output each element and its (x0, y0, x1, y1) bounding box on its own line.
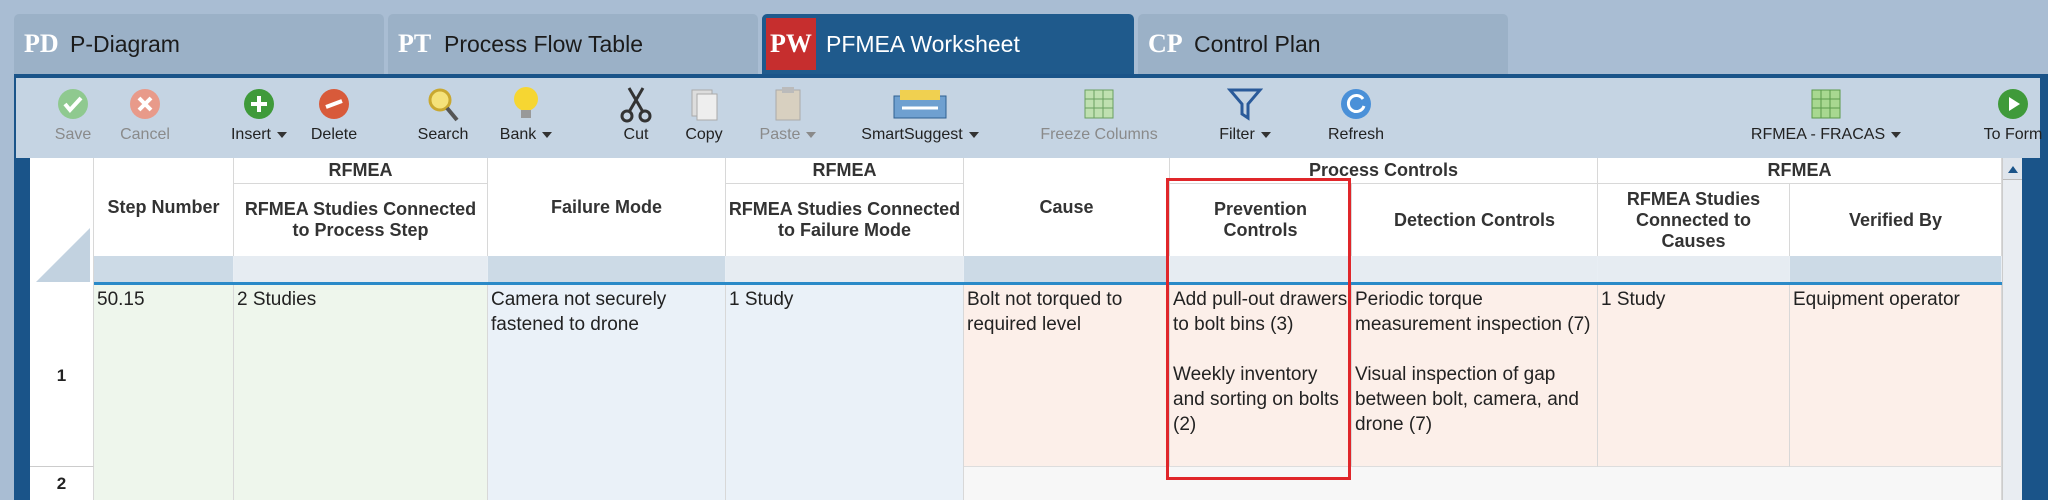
tab-process-flow-table[interactable]: PT Process Flow Table (388, 14, 758, 74)
row-number[interactable]: 1 (30, 285, 94, 467)
filter-cell[interactable] (1352, 256, 1598, 282)
tab-abbr: CP (1148, 29, 1183, 58)
clipboard-icon (773, 82, 803, 126)
tab-abbr: PT (398, 29, 432, 58)
tab-pfmea-worksheet[interactable]: PW PFMEA Worksheet (762, 14, 1134, 74)
filter-cell[interactable] (726, 256, 964, 282)
insert-label: Insert (231, 126, 287, 144)
freeze-columns-button[interactable]: Freeze Columns (1034, 82, 1164, 154)
minus-icon (317, 82, 351, 126)
delete-button[interactable]: Delete (306, 82, 362, 154)
insert-button[interactable]: Insert (224, 82, 294, 154)
paste-label: Paste (760, 126, 817, 144)
filter-cell[interactable] (1598, 256, 1790, 282)
group-header-rfmea: RFMEA (726, 158, 964, 184)
cell-studies-causes[interactable]: 1 Study (1598, 285, 1790, 467)
tab-control-plan[interactable]: CP Control Plan (1138, 14, 1508, 74)
header-rfmea-studies-causes[interactable]: RFMEA Studies Connected to Causes (1598, 184, 1790, 256)
cell-failure-mode[interactable]: Camera not securely fastened to drone (488, 285, 726, 500)
selection-highlight (1166, 178, 1351, 480)
smartsuggest-label: SmartSuggest (861, 126, 979, 144)
scroll-up-icon[interactable] (2003, 158, 2022, 180)
filter-cell[interactable] (488, 256, 726, 282)
to-form-label: To Form (1983, 126, 2043, 143)
freeze-grid-icon (1082, 82, 1116, 126)
cut-label: Cut (623, 126, 649, 143)
grid-icon (1809, 82, 1843, 126)
save-label: Save (54, 126, 92, 143)
scissors-icon (619, 82, 653, 126)
lightbulb-icon (511, 82, 541, 126)
plus-icon (242, 82, 276, 126)
corner-cell[interactable] (30, 158, 94, 285)
bank-button[interactable]: Bank (494, 82, 558, 154)
toolbar: Save Cancel Insert Delete Search Bank Cu… (16, 78, 2042, 158)
header-failure-mode[interactable]: Failure Mode (488, 158, 726, 256)
filter-cell[interactable] (964, 256, 1170, 282)
search-label: Search (417, 126, 469, 143)
bank-label: Bank (500, 126, 553, 144)
cancel-label: Cancel (120, 126, 170, 143)
cell-studies-step[interactable]: 2 Studies (234, 285, 488, 500)
header-rfmea-studies-step[interactable]: RFMEA Studies Connected to Process Step (234, 184, 488, 256)
filter-cell[interactable] (1790, 256, 2002, 282)
tab-label: Process Flow Table (444, 30, 643, 57)
header-detection-controls[interactable]: Detection Controls (1352, 184, 1598, 256)
tab-label: P-Diagram (70, 30, 180, 57)
copy-label: Copy (685, 126, 723, 143)
cancel-button[interactable]: Cancel (114, 82, 176, 154)
refresh-icon (1339, 82, 1373, 126)
refresh-label: Refresh (1327, 126, 1385, 143)
to-form-button[interactable]: To Form (1980, 82, 2046, 154)
header-step-number[interactable]: Step Number (94, 158, 234, 256)
play-icon (1996, 82, 2030, 126)
fracas-button[interactable]: RFMEA - FRACAS (1751, 82, 1902, 154)
row-2-cell[interactable] (964, 467, 2002, 500)
filter-label: Filter (1219, 126, 1271, 144)
cell-studies-failure-mode[interactable]: 1 Study (726, 285, 964, 500)
filter-cell[interactable] (234, 256, 488, 282)
group-header-rfmea: RFMEA (1598, 158, 2002, 184)
detection-control-item: Visual inspection of gap between bolt, c… (1355, 364, 1579, 435)
detection-control-item: Periodic torque measurement inspection (… (1355, 289, 1591, 335)
row-number[interactable]: 2 (30, 467, 94, 500)
save-button[interactable]: Save (48, 82, 98, 154)
tab-p-diagram[interactable]: PD P-Diagram (14, 14, 384, 74)
smartsuggest-icon (892, 82, 948, 126)
cell-cause[interactable]: Bolt not torqued to required level (964, 285, 1170, 467)
filter-cell[interactable] (94, 256, 234, 282)
pfmea-grid: Step Number RFMEA RFMEA Studies Connecte… (30, 158, 2022, 500)
cancel-icon (128, 82, 162, 126)
tab-abbr: PW (766, 18, 816, 70)
copy-icon (688, 82, 720, 126)
tab-label: Control Plan (1194, 30, 1321, 57)
check-icon (56, 82, 90, 126)
header-verified-by[interactable]: Verified By (1790, 184, 2002, 256)
cell-step-number[interactable]: 50.15 (94, 285, 234, 500)
copy-button[interactable]: Copy (680, 82, 728, 154)
cut-button[interactable]: Cut (616, 82, 656, 154)
header-rfmea-studies-failure-mode[interactable]: RFMEA Studies Connected to Failure Mode (726, 184, 964, 256)
refresh-button[interactable]: Refresh (1324, 82, 1388, 154)
tab-abbr: PD (24, 29, 59, 58)
cell-detection-controls[interactable]: Periodic torque measurement inspection (… (1352, 285, 1598, 467)
paste-button[interactable]: Paste (748, 82, 828, 154)
filter-button[interactable]: Filter (1212, 82, 1278, 154)
search-button[interactable]: Search (412, 82, 474, 154)
filter-icon (1227, 82, 1263, 126)
freeze-columns-label: Freeze Columns (1040, 126, 1158, 143)
fracas-label: RFMEA - FRACAS (1751, 126, 1902, 144)
group-header-rfmea: RFMEA (234, 158, 488, 184)
vertical-scrollbar[interactable] (2002, 158, 2022, 500)
cell-verified-by[interactable]: Equipment operator (1790, 285, 2002, 467)
header-cause[interactable]: Cause (964, 158, 1170, 256)
smartsuggest-button[interactable]: SmartSuggest (852, 82, 988, 154)
tab-label: PFMEA Worksheet (826, 30, 1020, 57)
delete-label: Delete (310, 126, 358, 143)
search-icon (425, 82, 461, 126)
